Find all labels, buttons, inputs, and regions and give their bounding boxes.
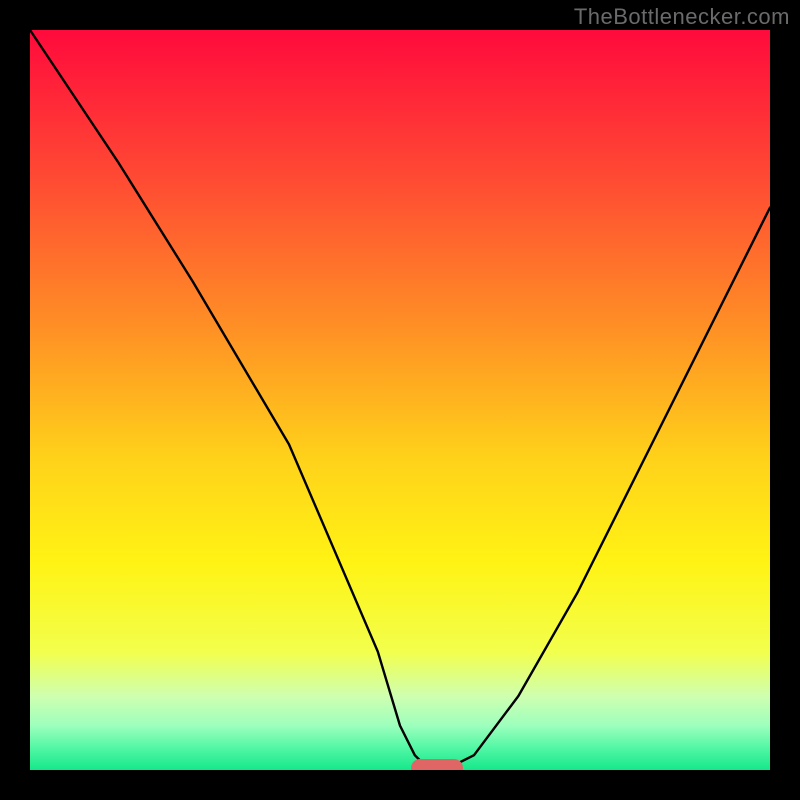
optimal-marker <box>411 759 463 770</box>
bottleneck-curve <box>30 30 770 770</box>
chart-frame: TheBottlenecker.com <box>0 0 800 800</box>
plot-area <box>30 30 770 770</box>
watermark-text: TheBottlenecker.com <box>574 4 790 30</box>
